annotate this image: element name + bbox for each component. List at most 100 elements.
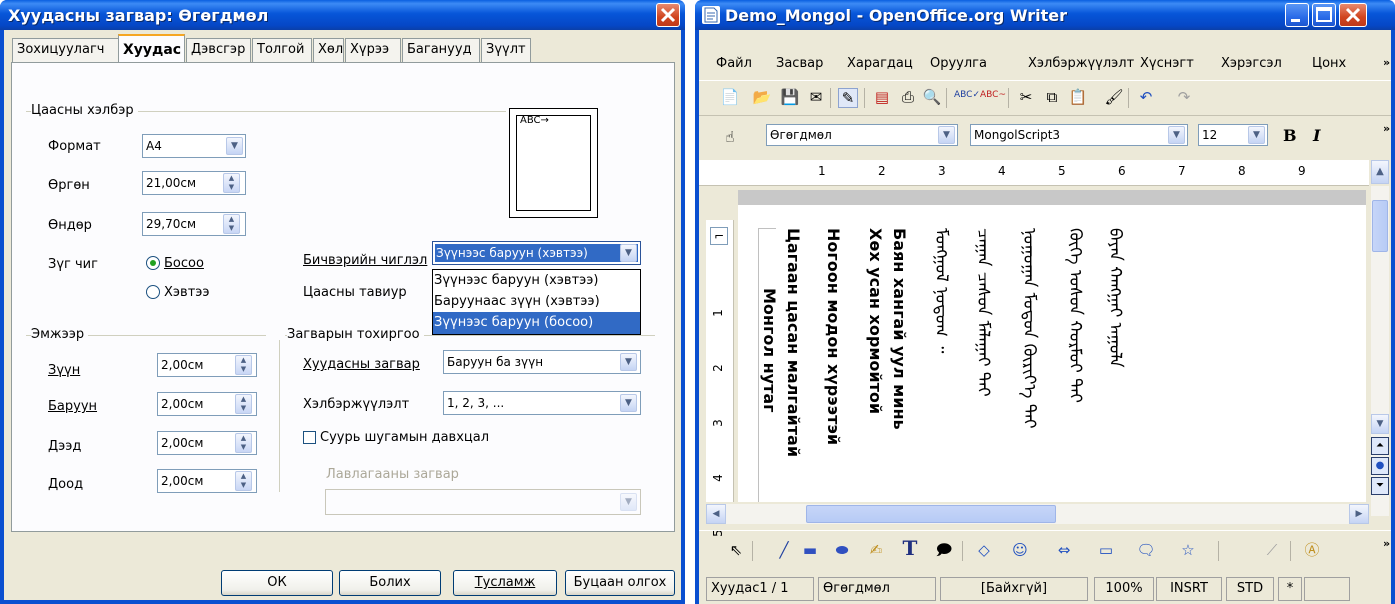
status-insert-mode[interactable]: INSRT xyxy=(1156,577,1222,601)
redo-icon[interactable]: ↷ xyxy=(1174,88,1194,106)
email-icon[interactable]: ✉ xyxy=(806,88,826,106)
menu-view[interactable]: Харагдац xyxy=(847,56,913,71)
tab-columns[interactable]: Баганууд xyxy=(402,38,480,62)
tab-footer[interactable]: Хөл xyxy=(313,38,344,62)
vertical-scroll-thumb[interactable] xyxy=(1372,200,1388,252)
new-document-icon[interactable]: 📄 xyxy=(720,88,740,106)
portrait-radio[interactable] xyxy=(146,256,160,270)
close-icon[interactable] xyxy=(1339,3,1367,27)
undo-icon[interactable]: ↶ xyxy=(1136,88,1156,106)
points-icon[interactable]: ⟋ xyxy=(1262,541,1282,559)
status-page[interactable]: Хуудас1 / 1 xyxy=(706,577,814,601)
menu-format[interactable]: Хэлбэржүүлэлт xyxy=(1028,56,1134,71)
next-page-icon[interactable]: ⏷ xyxy=(1371,477,1389,495)
menu-overflow-icon[interactable]: » xyxy=(1383,56,1390,69)
right-margin-spinner[interactable]: ▲ ▼ xyxy=(235,394,252,414)
styles-formatting-icon[interactable]: ☝ xyxy=(720,128,740,146)
italic-button[interactable]: I xyxy=(1313,126,1320,145)
chevron-down-icon[interactable]: ▼ xyxy=(1248,126,1265,144)
reference-style-select[interactable] xyxy=(325,489,641,515)
font-name-select[interactable]: MongolScript3 xyxy=(970,124,1188,146)
status-style[interactable]: Өгөгдмөл xyxy=(818,577,936,601)
chevron-down-icon[interactable]: ▼ xyxy=(620,244,637,262)
status-zoom[interactable]: 100% xyxy=(1094,577,1154,601)
format-paintbrush-icon[interactable]: 🖌 xyxy=(1104,88,1124,106)
chevron-down-icon[interactable]: ▼ xyxy=(938,126,955,144)
menu-table[interactable]: Хүснэгт xyxy=(1140,56,1194,71)
select-icon[interactable]: ⇖ xyxy=(726,541,746,559)
tab-organizer[interactable]: Зохицуулагч xyxy=(12,38,120,62)
help-button[interactable]: Тусламж xyxy=(453,570,557,596)
tab-background[interactable]: Дэвсгэр xyxy=(186,38,251,62)
bold-button[interactable]: B xyxy=(1283,126,1297,145)
symbol-shapes-icon[interactable]: ☺ xyxy=(1010,541,1030,559)
writer-titlebar[interactable]: Demo_Mongol - OpenOffice.org Writer xyxy=(695,0,1395,30)
status-signature[interactable] xyxy=(1304,577,1350,601)
menu-tools[interactable]: Хэрэгсэл xyxy=(1221,56,1282,71)
line-icon[interactable]: ╱ xyxy=(774,541,794,559)
tab-footnote[interactable]: Зүүлт xyxy=(481,38,531,62)
bottom-margin-spinner[interactable]: ▲ ▼ xyxy=(235,471,252,491)
block-arrows-icon[interactable]: ⇔ xyxy=(1054,541,1074,559)
callouts-icon[interactable]: 🗨 xyxy=(1136,541,1156,559)
close-icon[interactable] xyxy=(656,3,680,27)
register-true-checkbox[interactable] xyxy=(303,431,316,444)
horizontal-ruler[interactable] xyxy=(699,160,1369,186)
autospellcheck-icon[interactable]: ABC~ xyxy=(980,86,1006,104)
status-modified[interactable]: * xyxy=(1278,577,1302,601)
vertical-ruler[interactable] xyxy=(706,220,734,502)
tab-header[interactable]: Толгой xyxy=(252,38,312,62)
menu-window[interactable]: Цонх xyxy=(1312,56,1346,71)
print-icon[interactable]: ⎙ xyxy=(898,88,918,106)
dropdown-option[interactable]: Зүүнээс баруун (хэвтээ) xyxy=(433,270,640,291)
numbering-format-select[interactable]: 1, 2, 3, ... xyxy=(443,391,641,415)
scroll-up-icon[interactable]: ▲ xyxy=(1371,160,1389,184)
left-margin-spinner[interactable]: ▲ ▼ xyxy=(235,355,252,375)
menu-edit[interactable]: Засвар xyxy=(776,56,823,71)
cut-icon[interactable]: ✂ xyxy=(1016,88,1036,106)
navigator-icon[interactable]: ● xyxy=(1371,457,1389,475)
status-selection-mode[interactable]: STD xyxy=(1226,577,1274,601)
text-direction-select[interactable]: Зүүнээс баруун (хэвтээ) xyxy=(432,241,641,265)
tab-stop-icon[interactable]: ⌐ xyxy=(710,227,728,245)
chevron-down-icon[interactable]: ▼ xyxy=(620,394,637,412)
tab-page[interactable]: Хуудас xyxy=(118,34,185,64)
cancel-button[interactable]: Болих xyxy=(339,570,441,596)
dialog-titlebar[interactable]: Хуудасны загвар: Өгөгдмөл xyxy=(0,0,685,30)
copy-icon[interactable]: ⧉ xyxy=(1042,88,1062,106)
ok-button[interactable]: ОК xyxy=(221,570,333,596)
print-preview-icon[interactable]: 🔍 xyxy=(922,88,942,106)
spellcheck-icon[interactable]: ABC✓ xyxy=(954,86,980,104)
scroll-down-icon[interactable]: ▼ xyxy=(1371,414,1389,434)
chevron-down-icon[interactable]: ▼ xyxy=(226,137,243,155)
tab-borders[interactable]: Хүрээ xyxy=(345,38,401,62)
save-icon[interactable]: 💾 xyxy=(780,88,800,106)
chevron-down-icon[interactable]: ▼ xyxy=(1168,126,1185,144)
rectangle-icon[interactable]: ▬ xyxy=(800,541,820,559)
maximize-icon[interactable] xyxy=(1312,3,1336,27)
toolbar-overflow-icon[interactable]: » xyxy=(1383,122,1390,135)
width-spinner[interactable]: ▲ ▼ xyxy=(223,173,240,193)
freeform-icon[interactable]: ✍ xyxy=(866,541,886,559)
flowchart-icon[interactable]: ▭ xyxy=(1096,541,1116,559)
ellipse-icon[interactable]: ⬬ xyxy=(832,541,852,559)
menu-file[interactable]: Файл xyxy=(716,56,752,71)
paste-icon[interactable]: 📋 xyxy=(1068,88,1088,106)
callout-icon[interactable]: 🗩 xyxy=(934,541,954,559)
dropdown-option-selected[interactable]: Зүүнээс баруун (босоо) xyxy=(433,312,640,334)
export-pdf-icon[interactable]: ▤ xyxy=(872,88,892,106)
status-language[interactable]: [Байхгүй] xyxy=(940,577,1088,601)
basic-shapes-icon[interactable]: ◇ xyxy=(974,541,994,559)
dropdown-option[interactable]: Баруунаас зүүн (хэвтээ) xyxy=(433,291,640,312)
scroll-left-icon[interactable]: ◀ xyxy=(706,504,726,524)
text-icon[interactable]: T xyxy=(900,538,920,558)
paragraph-style-select[interactable]: Өгөгдмөл xyxy=(766,124,958,146)
fontwork-icon[interactable]: Ⓐ xyxy=(1302,541,1322,559)
top-margin-spinner[interactable]: ▲ ▼ xyxy=(235,433,252,453)
reset-button[interactable]: Буцаан олгох xyxy=(565,570,675,596)
previous-page-icon[interactable]: ⏶ xyxy=(1371,437,1389,455)
chevron-down-icon[interactable]: ▼ xyxy=(620,353,637,371)
drawing-overflow-icon[interactable]: » xyxy=(1383,537,1390,550)
landscape-radio[interactable] xyxy=(146,285,160,299)
scroll-right-icon[interactable]: ▶ xyxy=(1349,504,1369,524)
